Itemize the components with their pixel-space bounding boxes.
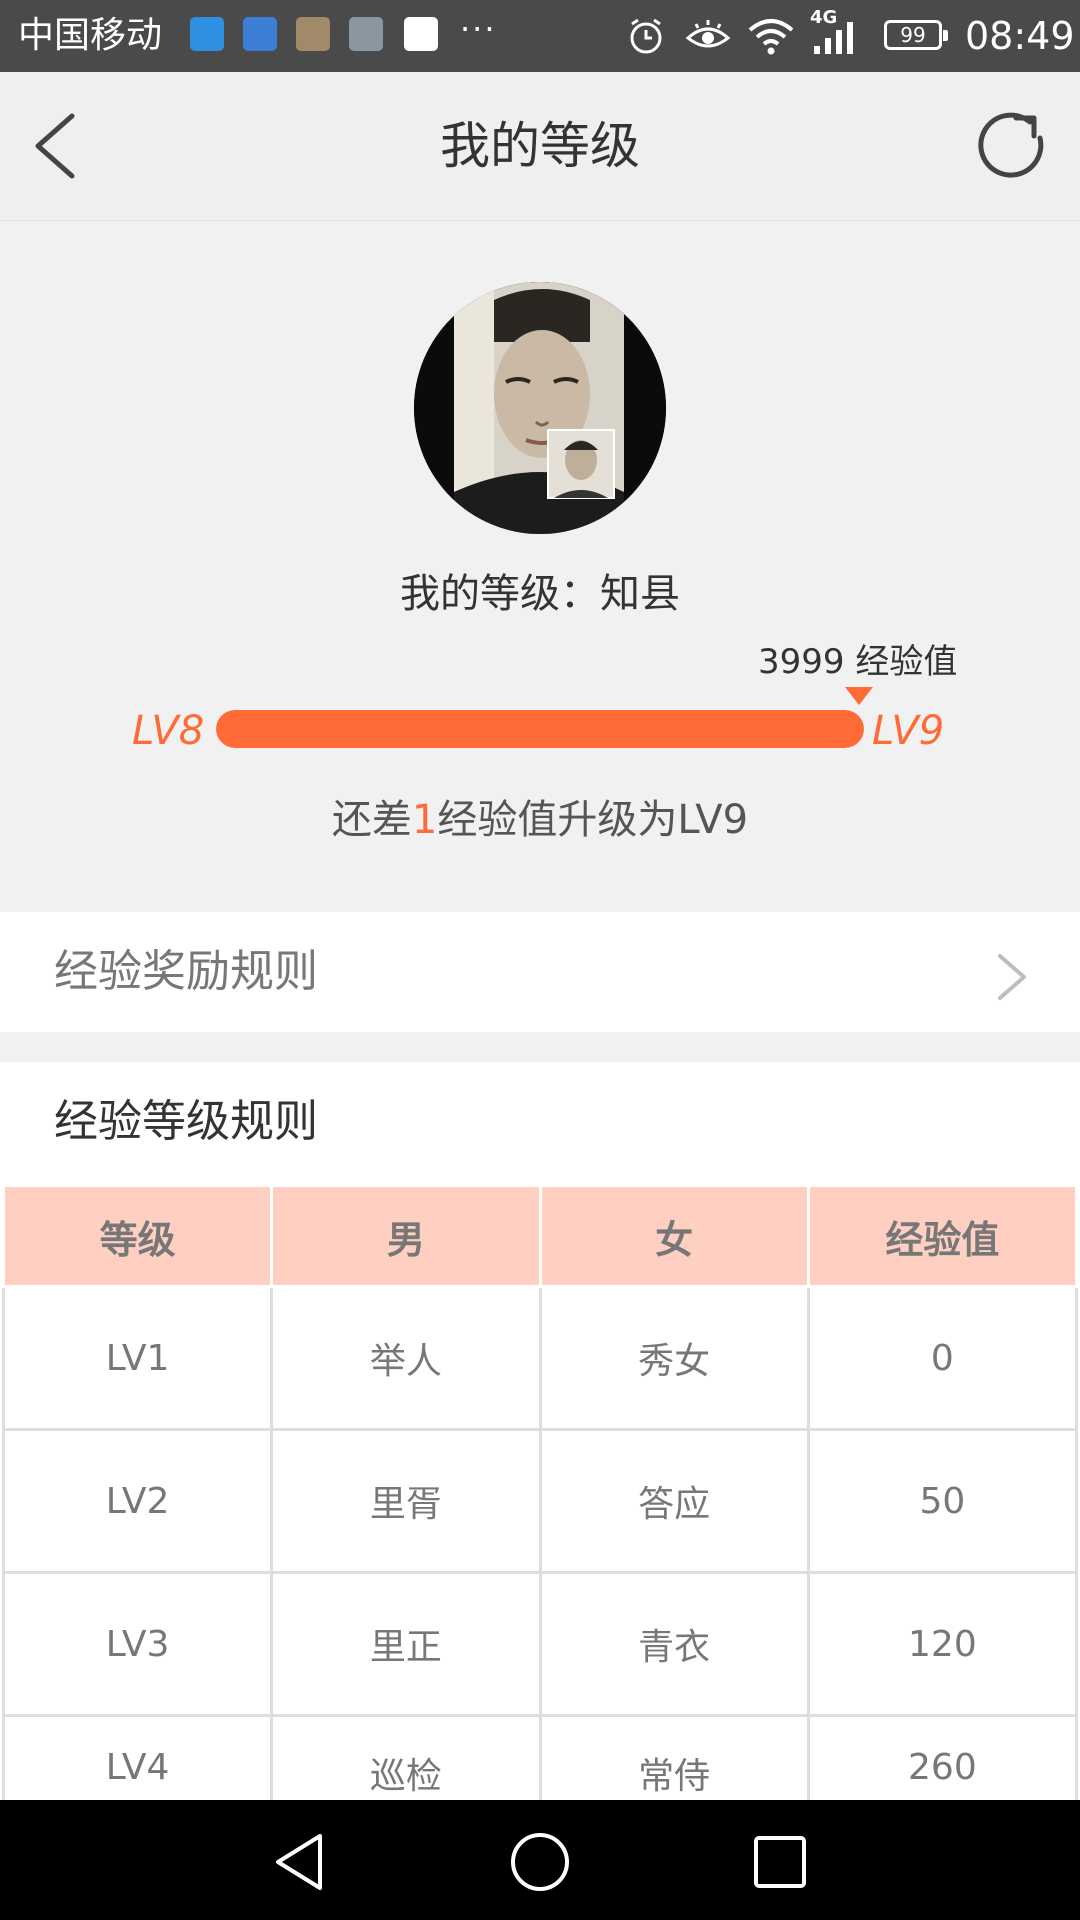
table-row: LV4 巡检 常侍 260 (1, 1714, 1079, 1802)
cell-level: LV4 (1, 1714, 274, 1802)
cell-female-title: 青衣 (538, 1571, 810, 1717)
nav-recents-icon[interactable] (744, 1830, 814, 1894)
experience-reward-rules-label: 经验奖励规则 (54, 946, 318, 997)
level-rules-table: 等级 男 女 经验值 LV1 举人 秀女 0 LV2 里胥 答应 50 LV3 … (1, 1184, 1079, 1802)
cell-level: LV2 (1, 1428, 274, 1574)
progress-marker-icon (845, 687, 873, 705)
refresh-button[interactable] (970, 104, 1054, 188)
experience-reward-rules-row[interactable]: 经验奖励规则 (0, 912, 1080, 1032)
table-row: LV2 里胥 答应 50 (1, 1428, 1079, 1574)
signal-strength-icon (814, 22, 853, 54)
gallery-icon (349, 17, 383, 51)
refresh-icon (978, 112, 1044, 178)
eye-comfort-icon (685, 20, 731, 48)
more-notifications-icon: ··· (460, 10, 497, 48)
title-bar: 我的等级 (0, 72, 1080, 221)
table-row: LV1 举人 秀女 0 (1, 1285, 1079, 1431)
cell-level: LV1 (1, 1285, 274, 1431)
table-header-row: 等级 男 女 经验值 (1, 1184, 1079, 1288)
cell-male-title: 里胥 (270, 1428, 542, 1574)
header-experience: 经验值 (806, 1184, 1079, 1288)
system-navigation-bar (0, 1800, 1080, 1920)
cell-female-title: 秀女 (538, 1285, 810, 1431)
photos-app-icon (404, 17, 438, 51)
alarm-icon (630, 18, 662, 54)
cell-female-title: 答应 (538, 1428, 810, 1574)
nav-back-icon[interactable] (266, 1830, 336, 1894)
cell-experience: 260 (806, 1714, 1079, 1802)
upgrade-hint-suffix: 经验值升级为LV9 (437, 797, 749, 843)
nav-home-icon[interactable] (505, 1830, 575, 1894)
app-notification-icon (190, 17, 224, 51)
header-male-title: 男 (270, 1184, 542, 1288)
chevron-right-icon (998, 954, 1026, 1000)
clock: 08:49 (965, 14, 1075, 58)
current-level-title: 我的等级：知县 (400, 571, 680, 617)
next-level-label: LV9 (872, 708, 945, 754)
cell-experience: 50 (806, 1428, 1079, 1574)
current-level-label: LV8 (132, 708, 205, 754)
table-row: LV3 里正 青衣 120 (1, 1571, 1079, 1717)
avatar-photo (414, 282, 666, 534)
cell-male-title: 巡检 (270, 1714, 542, 1802)
cell-female-title: 常侍 (538, 1714, 810, 1802)
header-female-title: 女 (538, 1184, 810, 1288)
wifi-icon (748, 19, 794, 55)
cell-level: LV3 (1, 1571, 274, 1717)
level-progress-bar (216, 710, 864, 748)
upgrade-hint-amount: 1 (411, 797, 438, 843)
page-title: 我的等级 (440, 117, 640, 175)
health-app-icon (243, 17, 277, 51)
experience-level-rules-title: 经验等级规则 (54, 1096, 318, 1147)
battery-indicator: 99 (884, 20, 948, 50)
cell-male-title: 举人 (270, 1285, 542, 1431)
carrier-name: 中国移动 (18, 15, 163, 56)
experience-level-rules-section: 经验等级规则 等级 男 女 经验值 LV1 举人 秀女 0 LV2 里胥 答应 … (0, 1062, 1080, 1802)
upgrade-hint: 还差1经验值升级为LV9 (0, 792, 1080, 848)
cell-experience: 0 (806, 1285, 1079, 1431)
level-progress-fill (216, 710, 864, 748)
photo-thumbnail-icon (296, 17, 330, 51)
header-level: 等级 (1, 1184, 274, 1288)
cell-male-title: 里正 (270, 1571, 542, 1717)
avatar[interactable] (414, 282, 666, 534)
cell-experience: 120 (806, 1571, 1079, 1717)
experience-value: 3999 经验值 (758, 642, 958, 682)
status-bar: 中国移动 ··· 4G 99 08:49 (0, 0, 1080, 72)
upgrade-hint-prefix: 还差 (331, 797, 412, 843)
